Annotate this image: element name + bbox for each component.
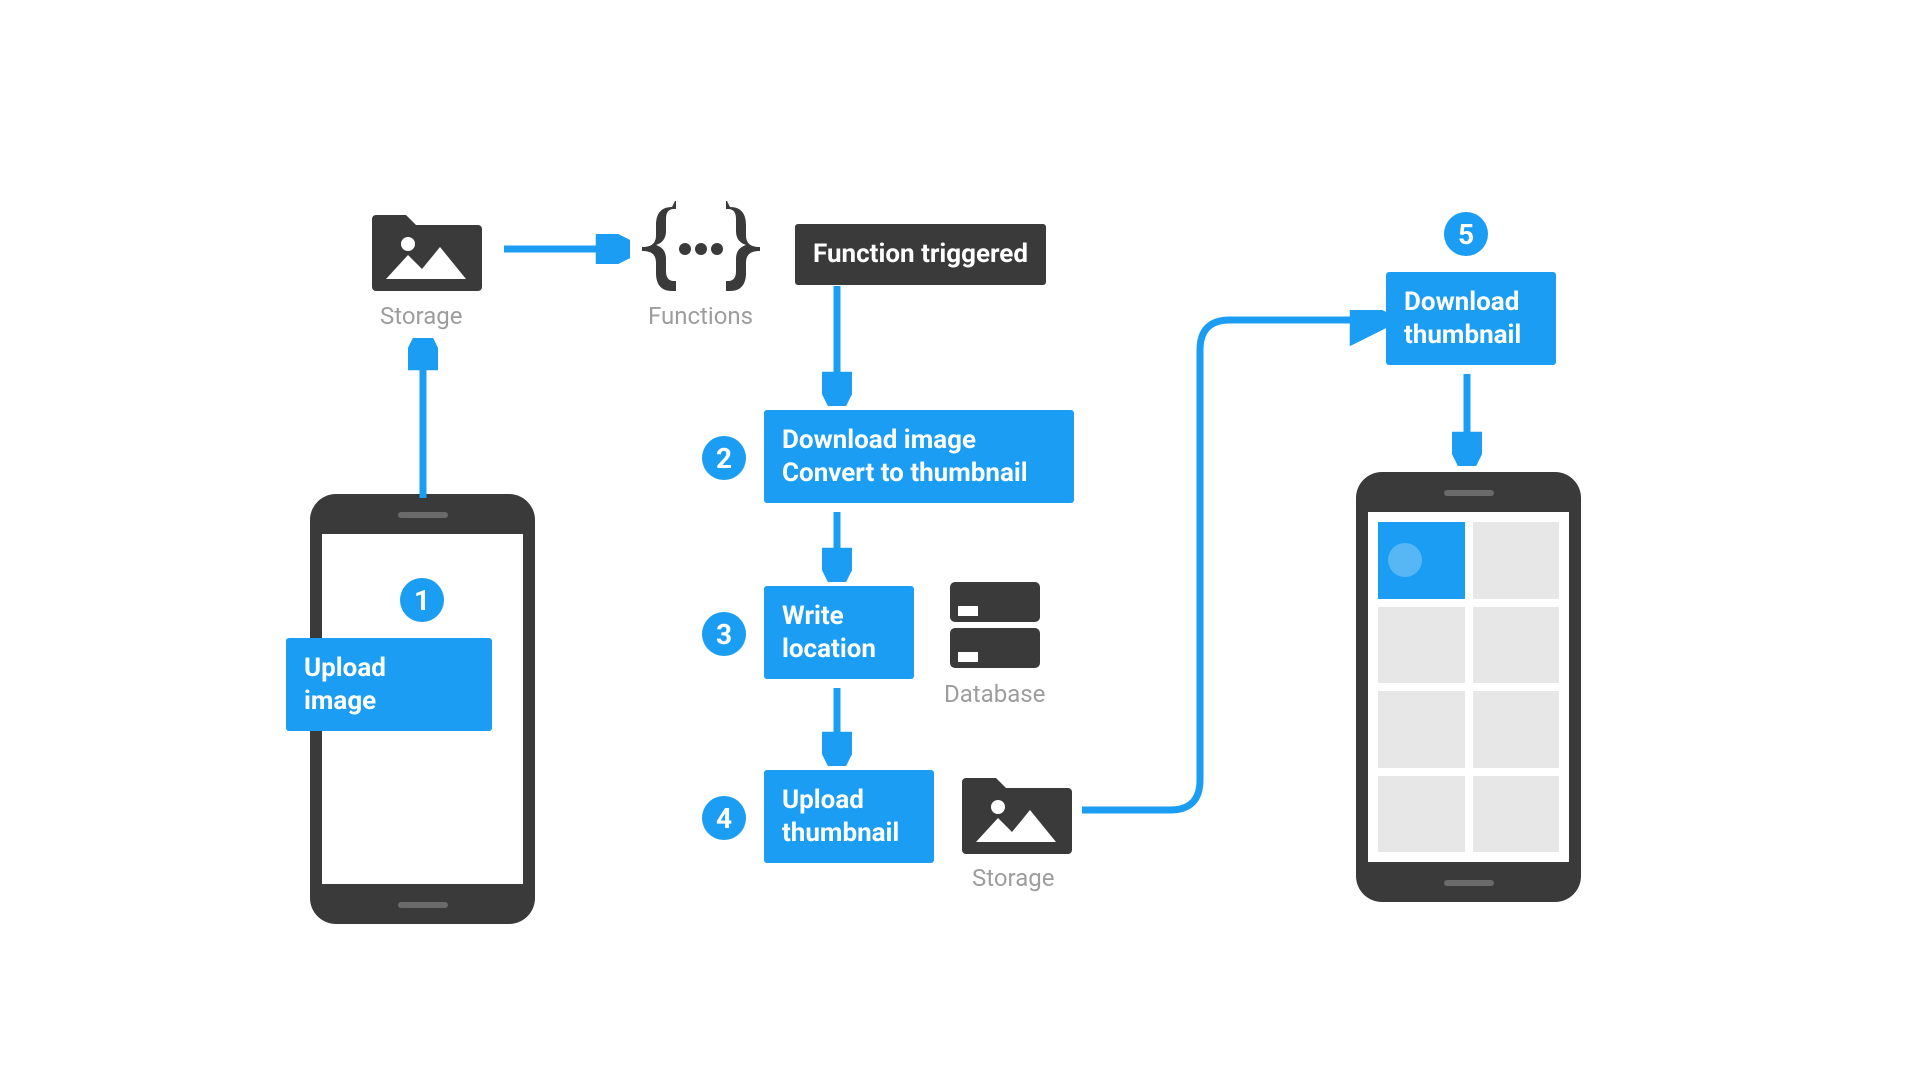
storage-label-2: Storage [972, 864, 1054, 892]
database-label: Database [944, 680, 1045, 708]
step-box-2: Download image Convert to thumbnail [764, 410, 1074, 503]
step-badge-5: 5 [1444, 212, 1488, 256]
step-box-4: Upload thumbnail [764, 770, 934, 863]
arrow-trigger-down [822, 282, 852, 406]
arrow-storage-to-functions [500, 234, 630, 264]
thumbnail-cell [1378, 607, 1465, 684]
arrow-5-phone [1452, 370, 1482, 466]
storage-label-1: Storage [380, 302, 462, 330]
step-badge-3: 3 [702, 612, 746, 656]
arrow-3-4 [822, 684, 852, 766]
step-text-2: Download image Convert to thumbnail [782, 425, 1028, 488]
step-number-4: 4 [716, 802, 732, 835]
trigger-text: Function triggered [813, 239, 1028, 269]
step-badge-4: 4 [702, 796, 746, 840]
step-number-1: 1 [414, 584, 430, 617]
step-number-5: 5 [1458, 218, 1474, 251]
arrow-storage-to-phone2 [1070, 310, 1390, 830]
storage-folder-icon-2 [962, 764, 1072, 859]
step-number-2: 2 [716, 442, 732, 475]
database-icon [946, 576, 1044, 674]
step-number-3: 3 [716, 618, 732, 651]
thumbnail-cell [1378, 691, 1465, 768]
storage-folder-icon [372, 201, 482, 296]
step-text-5: Download thumbnail [1404, 287, 1521, 350]
step-text-1: Upload image [304, 653, 386, 716]
thumbnail-cell-new [1378, 522, 1465, 599]
thumbnail-cell [1473, 522, 1560, 599]
step-box-3: Write location [764, 586, 914, 679]
step-text-3: Write location [782, 601, 876, 664]
thumbnail-cell [1473, 776, 1560, 853]
thumbnail-cell [1378, 776, 1465, 853]
arrow-phone-to-storage [408, 338, 438, 502]
functions-label: Functions [648, 302, 753, 330]
step-text-4: Upload thumbnail [782, 785, 899, 848]
diagram-stage: 1 Upload image Storage Func [220, 124, 1700, 956]
trigger-box: Function triggered [795, 224, 1046, 285]
thumbnail-cell [1473, 607, 1560, 684]
step-badge-1: 1 [400, 578, 444, 622]
arrow-2-3 [822, 508, 852, 582]
step-badge-2: 2 [702, 436, 746, 480]
step-box-1: Upload image [286, 638, 492, 731]
functions-icon [636, 201, 766, 296]
phone-destination [1356, 472, 1581, 902]
thumbnail-cell [1473, 691, 1560, 768]
step-box-5: Download thumbnail [1386, 272, 1556, 365]
thumbnail-grid [1378, 522, 1559, 852]
